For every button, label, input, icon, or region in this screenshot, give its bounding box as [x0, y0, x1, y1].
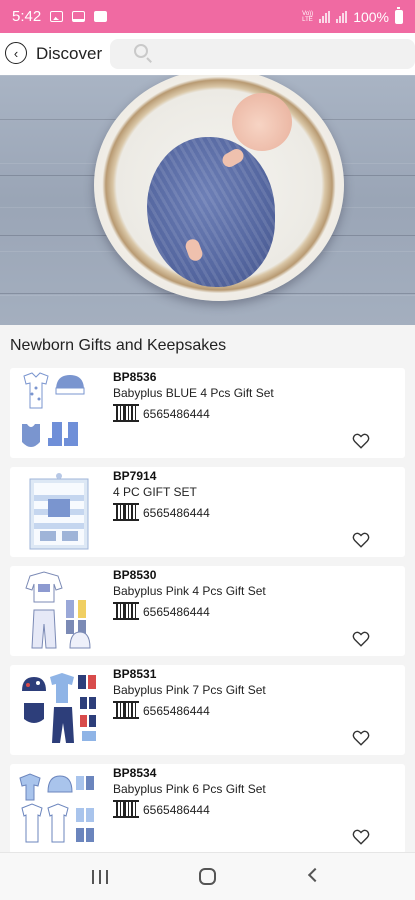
heart-icon[interactable] — [352, 630, 370, 648]
product-name: Babyplus Pink 7 Pcs Gift Set — [113, 683, 266, 697]
product-card[interactable]: BP8530 Babyplus Pink 4 Pcs Gift Set 6565… — [10, 566, 405, 656]
product-thumbnail — [22, 673, 96, 743]
status-bar: 5:42 Vo)) LTE 100% — [0, 0, 415, 33]
product-name: Babyplus Pink 6 Pcs Gift Set — [113, 782, 266, 796]
heart-icon[interactable] — [352, 729, 370, 747]
heart-icon[interactable] — [352, 432, 370, 450]
back-button[interactable]: ‹ — [5, 42, 27, 64]
product-barcode: 6565486444 — [143, 407, 210, 421]
product-name: 4 PC GIFT SET — [113, 485, 197, 499]
home-button[interactable] — [199, 868, 216, 885]
product-barcode: 6565486444 — [143, 803, 210, 817]
chevron-left-icon: ‹ — [13, 45, 19, 61]
laptop-icon — [72, 11, 86, 22]
signal-icon-2 — [336, 10, 348, 23]
product-code: BP8530 — [113, 568, 157, 582]
product-code: BP7914 — [113, 469, 157, 483]
volte-indicator: Vo)) LTE — [302, 10, 314, 23]
product-thumbnail — [25, 571, 91, 649]
barcode-icon — [113, 800, 139, 818]
search-input[interactable] — [110, 39, 415, 69]
product-thumbnail — [22, 372, 85, 447]
battery-icon — [395, 6, 403, 24]
product-code: BP8534 — [113, 766, 157, 780]
signal-icon — [319, 10, 331, 23]
battery-percent: 100% — [353, 8, 389, 25]
system-back-button[interactable] — [307, 867, 323, 883]
message-icon — [94, 11, 108, 22]
page-title: Discover — [36, 44, 103, 63]
product-thumbnail — [29, 473, 89, 550]
image-icon — [50, 11, 64, 22]
recent-apps-button[interactable] — [92, 870, 108, 884]
product-code: BP8531 — [113, 667, 157, 681]
product-card[interactable]: BP7914 4 PC GIFT SET 6565486444 — [10, 467, 405, 557]
barcode-icon — [113, 404, 139, 422]
heart-icon[interactable] — [352, 531, 370, 549]
product-card[interactable]: BP8531 Babyplus Pink 7 Pcs Gift Set 6565… — [10, 665, 405, 755]
system-navigation-bar — [0, 852, 415, 900]
product-barcode: 6565486444 — [143, 605, 210, 619]
top-app-bar: ‹ Discover — [0, 33, 415, 75]
section-title: Newborn Gifts and Keepsakes — [10, 337, 227, 354]
product-card[interactable]: BP8534 Babyplus Pink 6 Pcs Gift Set 6565… — [10, 764, 405, 854]
barcode-icon — [113, 701, 139, 719]
product-card[interactable]: BP8536 Babyplus BLUE 4 Pcs Gift Set 6565… — [10, 368, 405, 458]
barcode-icon — [113, 503, 139, 521]
product-barcode: 6565486444 — [143, 506, 210, 520]
heart-icon[interactable] — [352, 828, 370, 846]
barcode-icon — [113, 602, 139, 620]
product-name: Babyplus Pink 4 Pcs Gift Set — [113, 584, 266, 598]
product-barcode: 6565486444 — [143, 704, 210, 718]
hero-banner-image — [0, 75, 415, 325]
product-name: Babyplus BLUE 4 Pcs Gift Set — [113, 386, 274, 400]
product-thumbnail — [19, 773, 94, 843]
search-icon — [134, 44, 148, 58]
product-code: BP8536 — [113, 370, 157, 384]
baby-illustration — [232, 93, 292, 151]
status-time: 5:42 — [12, 8, 42, 25]
